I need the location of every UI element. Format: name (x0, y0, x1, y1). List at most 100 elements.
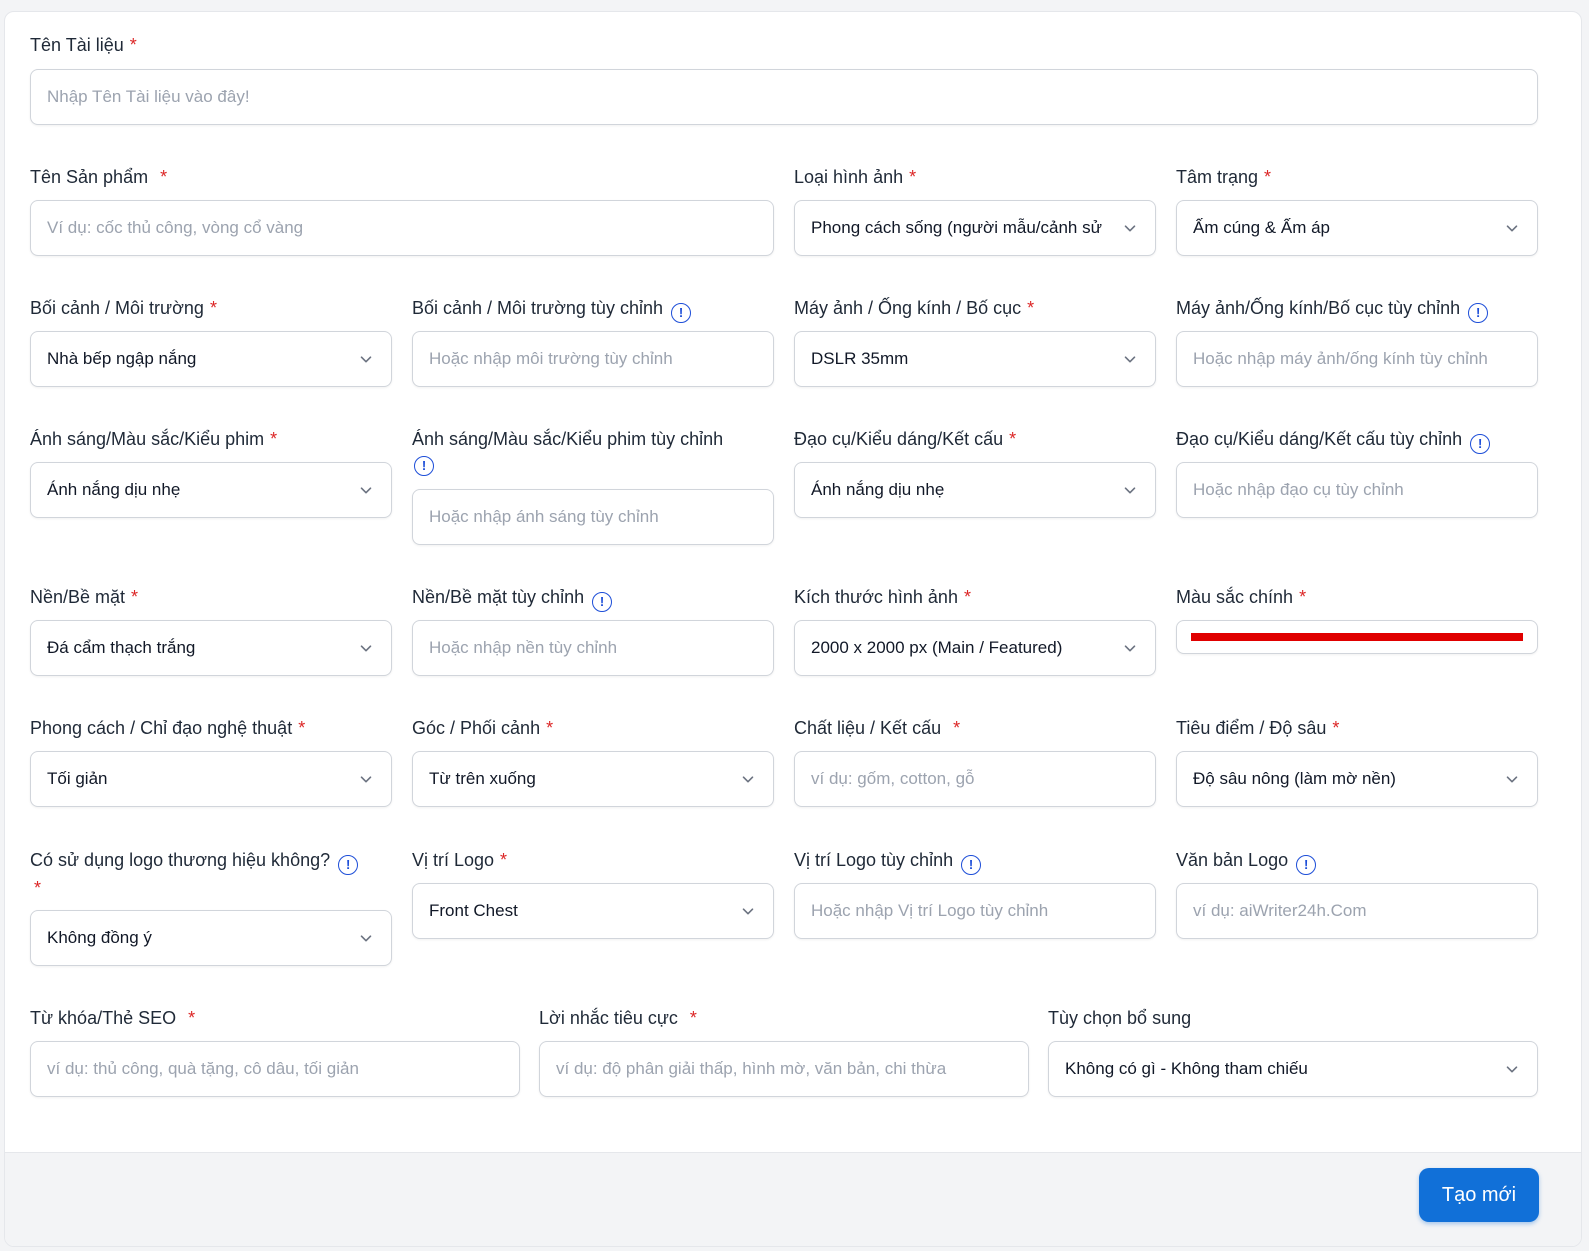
seo-label: Từ khóa/Thẻ SEO (30, 1008, 177, 1028)
focus-field: Tiêu điểm / Độ sâu * (1176, 718, 1340, 738)
product-name-input[interactable] (47, 218, 757, 238)
material-input-box[interactable] (794, 751, 1156, 807)
context-select[interactable]: Nhà bếp ngập nắng (30, 331, 392, 387)
lighting-value: Ánh nắng dịu nhẹ (47, 480, 181, 499)
props-value: Ánh nắng dịu nhẹ (811, 480, 945, 499)
chevron-down-icon (742, 908, 754, 915)
main-color-field: Màu sắc chính * (1176, 587, 1307, 607)
mood-value: Ấm cúng & Ấm áp (1193, 218, 1331, 237)
background-label: Nền/Bề mặt (30, 587, 126, 607)
angle-field: Góc / Phối cảnh * (412, 718, 554, 738)
material-input[interactable] (811, 769, 1139, 789)
info-icon[interactable]: ! (1296, 855, 1317, 875)
image-size-label: Kích thước hình ảnh (794, 587, 958, 607)
mood-field: Tâm trạng * (1176, 167, 1272, 187)
image-type-field: Loại hình ảnh * (794, 167, 917, 187)
use-logo-select[interactable]: Không đồng ý (30, 910, 392, 966)
lighting-select[interactable]: Ánh nắng dịu nhẹ (30, 462, 392, 518)
lighting-custom-input-box[interactable] (412, 489, 774, 545)
seo-input[interactable] (47, 1059, 503, 1079)
material-label: Chất liệu / Kết cấu (794, 718, 942, 738)
art-style-select[interactable]: Tối giản (30, 751, 392, 807)
mood-label: Tâm trạng (1176, 167, 1259, 187)
image-type-value: Phong cách sống (người mẫu/cảnh sử (811, 218, 1102, 237)
camera-custom-field: Máy ảnh/Ống kính/Bố cục tùy chỉnh! (1176, 295, 1489, 323)
lighting-custom-input[interactable] (429, 507, 757, 527)
chevron-down-icon (1124, 487, 1136, 494)
image-type-select[interactable]: Phong cách sống (người mẫu/cảnh sử (794, 200, 1156, 256)
chevron-down-icon (1506, 1066, 1518, 1073)
main-color-picker[interactable] (1176, 620, 1538, 654)
chevron-down-icon (360, 487, 372, 494)
negative-label: Lời nhắc tiêu cực (539, 1008, 678, 1028)
focus-select[interactable]: Độ sâu nông (làm mờ nền) (1176, 751, 1538, 807)
info-icon[interactable]: ! (1470, 434, 1491, 454)
background-custom-field: Nền/Bề mặt tùy chỉnh! (412, 584, 613, 612)
seo-input-box[interactable] (30, 1041, 520, 1097)
props-custom-label: Đạo cụ/Kiểu dáng/Kết cấu tùy chỉnh (1176, 429, 1463, 449)
props-custom-field: Đạo cụ/Kiểu dáng/Kết cấu tùy chỉnh! (1176, 426, 1491, 454)
props-label: Đạo cụ/Kiểu dáng/Kết cấu (794, 429, 1004, 449)
extra-field: Tùy chọn bổ sung (1048, 1005, 1191, 1031)
chevron-down-icon (1124, 645, 1136, 652)
product-name-label: Tên Sản phẩm (30, 167, 149, 187)
logo-text-input[interactable] (1193, 901, 1521, 921)
art-style-field: Phong cách / Chỉ đạo nghệ thuật * (30, 718, 306, 738)
background-custom-input[interactable] (429, 638, 757, 658)
info-icon[interactable]: ! (670, 303, 691, 323)
background-field: Nền/Bề mặt * (30, 587, 139, 607)
background-custom-label: Nền/Bề mặt tùy chỉnh (412, 587, 585, 607)
logo-position-custom-input[interactable] (811, 901, 1139, 921)
doc-name-input[interactable] (47, 87, 1521, 107)
camera-select[interactable]: DSLR 35mm (794, 331, 1156, 387)
product-name-input-box[interactable] (30, 200, 774, 256)
form-card: Tên Tài liệu* Tên Sản phẩm * Loại hình ản… (4, 11, 1582, 1247)
doc-name-field: Tên Tài liệu * (30, 32, 137, 58)
chevron-down-icon (1506, 225, 1518, 232)
info-icon[interactable]: ! (414, 456, 434, 476)
props-select[interactable]: Ánh nắng dịu nhẹ (794, 462, 1156, 518)
negative-input-box[interactable] (539, 1041, 1029, 1097)
angle-select[interactable]: Từ trên xuống (412, 751, 774, 807)
lighting-custom-label: Ánh sáng/Màu sắc/Kiểu phim tùy chỉnh (412, 429, 724, 449)
art-style-value: Tối giản (47, 769, 108, 788)
logo-position-custom-field: Vị trí Logo tùy chỉnh! (794, 847, 982, 875)
lighting-custom-field: Ánh sáng/Màu sắc/Kiểu phim tùy chỉnh ! (412, 426, 774, 476)
create-button[interactable]: Tạo mới (1419, 1168, 1539, 1222)
background-select[interactable]: Đá cẩm thạch trắng (30, 620, 392, 676)
extra-select[interactable]: Không có gì - Không tham chiếu (1048, 1041, 1538, 1097)
negative-input[interactable] (556, 1059, 1012, 1079)
lighting-label: Ánh sáng/Màu sắc/Kiểu phim (30, 429, 265, 449)
context-custom-label: Bối cảnh / Môi trường tùy chỉnh (412, 298, 663, 318)
logo-text-label: Văn bản Logo (1176, 850, 1289, 870)
context-custom-field: Bối cảnh / Môi trường tùy chỉnh! (412, 295, 691, 323)
doc-name-input-box[interactable] (30, 69, 1538, 125)
use-logo-label: Có sử dụng logo thương hiệu không? (30, 850, 331, 870)
props-custom-input-box[interactable] (1176, 462, 1538, 518)
background-custom-input-box[interactable] (412, 620, 774, 676)
context-custom-input-box[interactable] (412, 331, 774, 387)
use-logo-required: * (34, 878, 42, 898)
logo-position-label: Vị trí Logo (412, 850, 495, 870)
angle-label: Góc / Phối cảnh (412, 718, 541, 738)
props-custom-input[interactable] (1193, 480, 1521, 500)
logo-position-select[interactable]: Front Chest (412, 883, 774, 939)
info-icon[interactable]: ! (1468, 303, 1489, 323)
chevron-down-icon (1124, 356, 1136, 363)
focus-label: Tiêu điểm / Độ sâu (1176, 718, 1327, 738)
camera-custom-input[interactable] (1193, 349, 1521, 369)
extra-label: Tùy chọn bổ sung (1048, 1008, 1192, 1028)
logo-text-input-box[interactable] (1176, 883, 1538, 939)
info-icon[interactable]: ! (592, 592, 613, 612)
info-icon[interactable]: ! (338, 855, 359, 875)
logo-position-custom-input-box[interactable] (794, 883, 1156, 939)
image-size-select[interactable]: 2000 x 2000 px (Main / Featured) (794, 620, 1156, 676)
lighting-field: Ánh sáng/Màu sắc/Kiểu phim * (30, 429, 278, 449)
context-field: Bối cảnh / Môi trường * (30, 298, 217, 318)
mood-select[interactable]: Ấm cúng & Ấm áp (1176, 200, 1538, 256)
camera-custom-input-box[interactable] (1176, 331, 1538, 387)
use-logo-value: Không đồng ý (47, 928, 152, 947)
image-size-value: 2000 x 2000 px (Main / Featured) (811, 638, 1063, 657)
info-icon[interactable]: ! (961, 855, 982, 875)
context-custom-input[interactable] (429, 349, 757, 369)
